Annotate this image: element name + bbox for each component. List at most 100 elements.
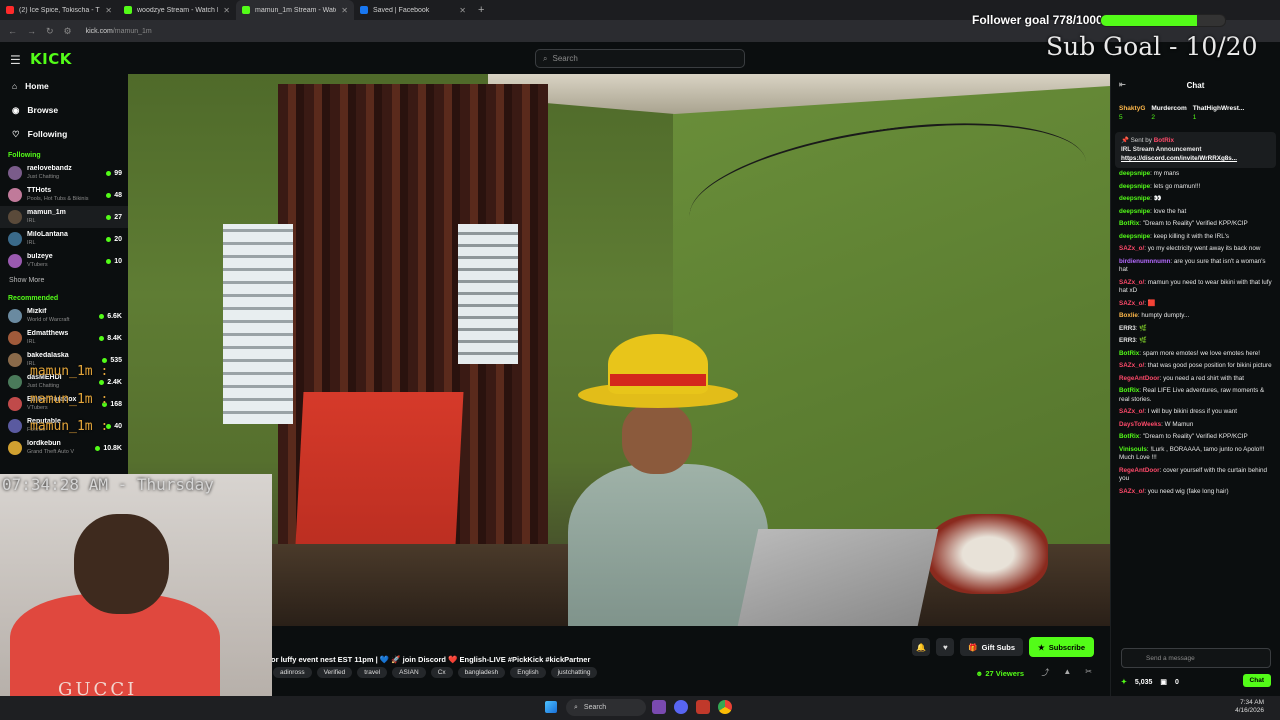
- forward-icon[interactable]: →: [27, 26, 36, 36]
- share-icon[interactable]: ⤴: [1041, 667, 1049, 678]
- stream-actions: 🔔 ♥ 🎁 Gift Subs ★ Subscribe: [912, 637, 1094, 657]
- taskbar-app-icon[interactable]: [652, 700, 666, 714]
- top-gifter: ThatHighWrest... 1: [1193, 104, 1245, 122]
- browser-tab[interactable]: Saved | Facebook ✕: [354, 0, 472, 20]
- video-player[interactable]: [128, 74, 1110, 626]
- subscribe-button[interactable]: ★ Subscribe: [1029, 637, 1094, 657]
- notification-bell-icon[interactable]: 🔔: [912, 638, 931, 656]
- chat-username[interactable]: BotRix: [1119, 387, 1139, 394]
- sidebar-channel[interactable]: Edmatthews IRL 8.4K: [0, 327, 128, 349]
- chat-username[interactable]: Vinisouls: [1119, 446, 1147, 453]
- chat-username[interactable]: SAZx_o/: [1119, 362, 1144, 369]
- chat-messages: deepsnipe: my mans deepsnipe: lets go mam…: [1111, 170, 1280, 496]
- stream-tag[interactable]: justchatting: [550, 667, 598, 678]
- chat-username[interactable]: deepsnipe: [1119, 195, 1150, 202]
- menu-icon[interactable]: ☰: [10, 53, 21, 67]
- tab-favicon-icon: [6, 6, 14, 14]
- viewer-count-text: 40: [114, 422, 122, 430]
- sidebar-channel[interactable]: MiloLantana IRL 20: [0, 228, 128, 250]
- channel-name: mamun_1m: [27, 209, 66, 216]
- taskbar-clock[interactable]: 7:34 AM 4/16/2026: [1235, 699, 1264, 715]
- sidebar-channel[interactable]: raelovebandz Just Chatting 99: [0, 162, 128, 184]
- reload-icon[interactable]: ↻: [46, 26, 54, 37]
- gift-subs-button[interactable]: 🎁 Gift Subs: [960, 638, 1023, 656]
- sidebar-nav-following[interactable]: ♡ Following: [0, 122, 128, 146]
- video-bag: [928, 514, 1048, 594]
- back-icon[interactable]: ←: [8, 26, 17, 36]
- chat-username[interactable]: SAZx_o/: [1119, 279, 1144, 286]
- chat-input[interactable]: Send a message: [1121, 648, 1271, 668]
- browser-tab[interactable]: woodzye Stream - Watch Live ✕: [118, 0, 236, 20]
- chat-username[interactable]: SAZx_o/: [1119, 245, 1144, 252]
- taskbar-search[interactable]: ⌕ Search: [566, 699, 646, 716]
- chat-username[interactable]: DaysToWeeks: [1119, 421, 1161, 428]
- chat-message: Vinisouls: !Lurk , BORAAAA, tamo junto n…: [1119, 446, 1272, 463]
- sidebar-channel[interactable]: bulzeye VTubers 10: [0, 250, 128, 272]
- chat-username[interactable]: SAZx_o/: [1119, 488, 1144, 495]
- chat-username[interactable]: SAZx_o/: [1119, 300, 1144, 307]
- sidebar-channel[interactable]: lordkebun Grand Theft Auto V 10.8K: [0, 437, 128, 459]
- viewer-count-text: 168: [110, 400, 122, 408]
- close-tab-icon[interactable]: ✕: [223, 6, 230, 15]
- sidebar-channel[interactable]: TTHots Pools, Hot Tubs & Bikinis 48: [0, 184, 128, 206]
- chat-username[interactable]: ERR3: [1119, 325, 1136, 332]
- close-tab-icon[interactable]: ✕: [459, 6, 466, 15]
- chat-username[interactable]: deepsnipe: [1119, 208, 1150, 215]
- tab-title: mamun_1m Stream - Watch: [255, 6, 337, 14]
- badge-count: 0: [1175, 678, 1179, 686]
- stream-tag[interactable]: ASIAN: [392, 667, 426, 678]
- clip-icon[interactable]: ✂: [1085, 667, 1092, 678]
- new-tab-button[interactable]: +: [472, 4, 490, 16]
- chat-username[interactable]: ERR3: [1119, 337, 1136, 344]
- sidebar-channel[interactable]: mamun_1m IRL 27: [0, 206, 128, 228]
- avatar: [8, 210, 22, 224]
- search-input[interactable]: ⌕ Search: [535, 49, 745, 68]
- stream-tag[interactable]: Cx: [430, 667, 453, 678]
- sidebar-nav-browse[interactable]: ◉ Browse: [0, 98, 128, 122]
- show-more-button[interactable]: Show More: [0, 272, 128, 289]
- stream-tag[interactable]: bangladesh: [457, 667, 506, 678]
- stream-tag[interactable]: Verified: [316, 667, 353, 678]
- recorder-app-icon[interactable]: [696, 700, 710, 714]
- pinned-link[interactable]: https://discord.com/invite/WrRRXg8s...: [1121, 154, 1270, 163]
- sidebar-channel[interactable]: Mizkif World of Warcraft 6.6K: [0, 305, 128, 327]
- pinned-message[interactable]: 📌 Sent by BotRix IRL Stream Announcement…: [1115, 132, 1276, 168]
- chat-send-button[interactable]: Chat: [1242, 674, 1271, 687]
- chat-title: Chat: [1186, 80, 1205, 90]
- stream-tag[interactable]: travel: [357, 667, 388, 678]
- chat-username[interactable]: RegeAntDoor: [1119, 375, 1160, 382]
- chrome-icon[interactable]: [718, 700, 732, 714]
- avatar: [8, 254, 22, 268]
- collapse-chat-icon[interactable]: ⇤: [1119, 80, 1126, 89]
- windows-start-icon[interactable]: [545, 701, 557, 713]
- follow-heart-icon[interactable]: ♥: [936, 638, 955, 656]
- chat-username[interactable]: deepsnipe: [1119, 170, 1150, 177]
- chat-username[interactable]: BotRix: [1119, 350, 1139, 357]
- chat-text: 🌿: [1139, 337, 1148, 344]
- chat-username[interactable]: RegeAntDoor: [1119, 467, 1160, 474]
- site-info-icon[interactable]: ⚙: [64, 26, 72, 37]
- sidebar-nav-home[interactable]: ⌂ Home: [0, 74, 128, 98]
- kick-logo[interactable]: KICK: [30, 50, 72, 68]
- browser-tab[interactable]: (2) Ice Spice, Tokischa - The ✕: [0, 0, 118, 20]
- channel-points[interactable]: 5,035: [1135, 679, 1153, 686]
- browser-tab[interactable]: mamun_1m Stream - Watch ✕: [236, 0, 354, 20]
- gift-icon: 🎁: [968, 642, 978, 652]
- stream-tag[interactable]: English: [510, 667, 546, 678]
- url-field[interactable]: kick.com/mamun_1m: [86, 28, 152, 35]
- close-tab-icon[interactable]: ✕: [341, 6, 348, 15]
- discord-icon[interactable]: [674, 700, 688, 714]
- chat-username[interactable]: BotRix: [1119, 220, 1139, 227]
- channel-name: MiloLantana: [27, 231, 68, 238]
- chat-username[interactable]: birdienumnnumn: [1119, 258, 1170, 265]
- close-tab-icon[interactable]: ✕: [105, 6, 112, 15]
- chat-username[interactable]: BotRix: [1119, 433, 1139, 440]
- stream-tag[interactable]: adinross: [273, 667, 312, 678]
- report-icon[interactable]: ▲: [1063, 667, 1071, 678]
- chat-username[interactable]: SAZx_o/: [1119, 408, 1144, 415]
- channel-meta: bulzeye VTubers: [27, 253, 101, 269]
- chat-username[interactable]: deepsnipe: [1119, 183, 1150, 190]
- chat-username[interactable]: deepsnipe: [1119, 233, 1150, 240]
- chat-username[interactable]: Boxlie: [1119, 312, 1138, 319]
- chat-message: deepsnipe: my mans: [1119, 170, 1272, 179]
